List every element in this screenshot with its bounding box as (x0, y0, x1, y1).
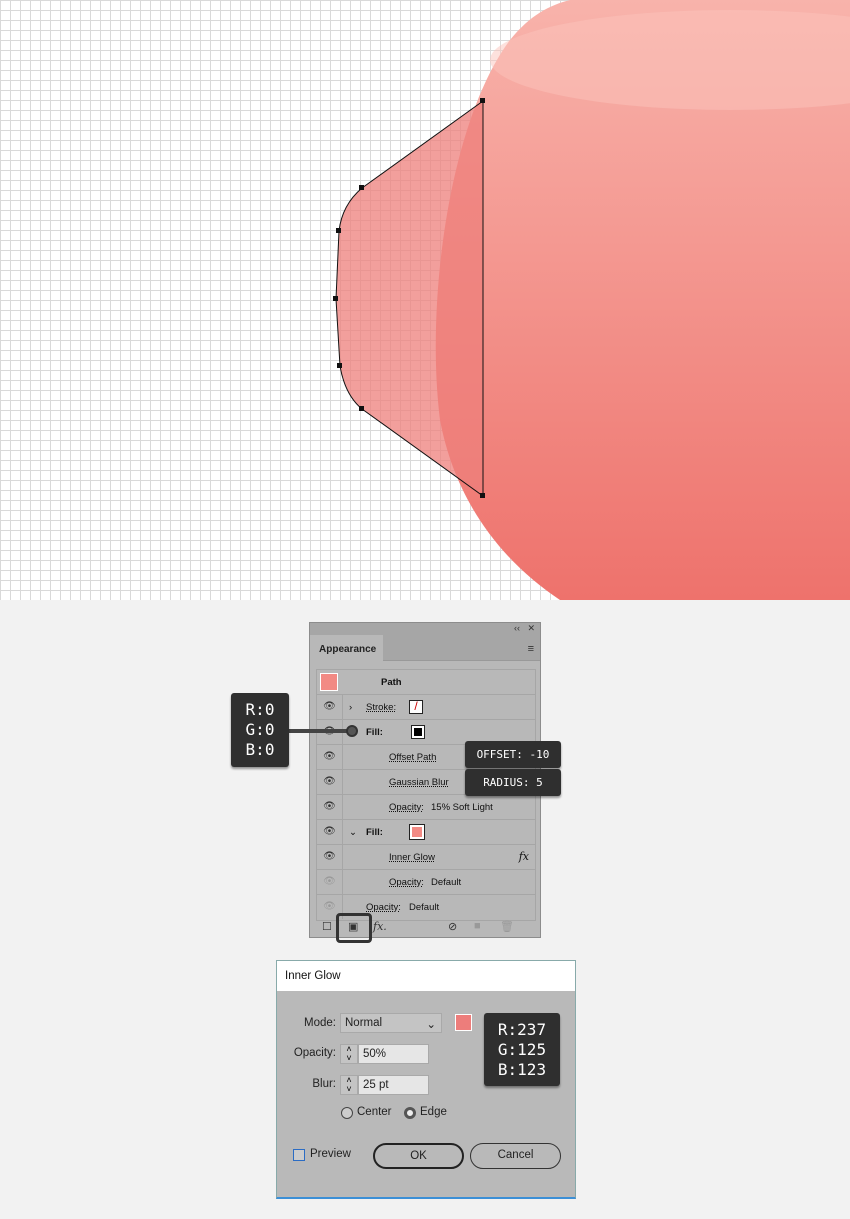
fx-icon[interactable]: fx (519, 850, 529, 863)
dialog-title: Inner Glow (277, 961, 575, 991)
rgb-black-tooltip: R:0 G:0 B:0 (231, 693, 289, 767)
connector-line (288, 729, 352, 733)
center-radio[interactable] (341, 1107, 353, 1119)
mode-select[interactable]: Normal ⌄ (340, 1013, 442, 1033)
tab-appearance[interactable]: Appearance (310, 635, 383, 661)
inner-glow-dialog: Inner Glow Mode: Normal ⌄ Opacity: ˄ ˅ 50%… (276, 960, 576, 1199)
glow-color-swatch[interactable] (455, 1014, 472, 1031)
opacity-row-2[interactable]: 👁 Opacity: Default (317, 870, 535, 895)
rgb-pink-tooltip: R:237 G:125 B:123 (484, 1013, 560, 1086)
preview-checkbox[interactable] (293, 1149, 305, 1161)
eye-icon[interactable]: 👁 (317, 745, 343, 769)
cancel-button[interactable]: Cancel (470, 1143, 561, 1169)
fill-row-2[interactable]: 👁 ⌄ Fill: (317, 820, 535, 845)
add-stroke-icon[interactable]: ☐ (322, 920, 332, 933)
panel-menu-icon[interactable]: ≡ (528, 643, 534, 655)
eye-icon[interactable]: 👁 (317, 695, 343, 719)
eye-icon[interactable]: 👁 (317, 795, 343, 819)
eye-icon[interactable]: 👁 (317, 770, 343, 794)
stroke-none-swatch[interactable]: / (409, 700, 423, 714)
fx-menu-button[interactable]: fx. (373, 920, 387, 933)
opacity-row[interactable]: 👁 Opacity: 15% Soft Light (317, 795, 535, 820)
collapse-icon[interactable]: ‹‹ (514, 623, 520, 633)
eye-icon[interactable]: 👁 (317, 870, 343, 894)
artwork (333, 0, 850, 600)
close-icon[interactable]: ✕ (527, 623, 535, 634)
expand-chevron-icon[interactable]: › (349, 702, 352, 713)
clear-appearance-icon[interactable]: ⊘ (448, 920, 457, 933)
fill-black-swatch[interactable] (411, 725, 425, 739)
eye-icon[interactable]: 👁 (317, 845, 343, 869)
radius-tooltip: RADIUS: 5 (465, 769, 561, 796)
offset-tooltip: OFFSET: -10 (465, 741, 561, 768)
opacity-input[interactable]: 50% (358, 1044, 429, 1064)
connector-dot (346, 725, 358, 737)
blur-input[interactable]: 25 pt (358, 1075, 429, 1095)
chevron-down-icon: ⌄ (426, 1019, 436, 1031)
stroke-row[interactable]: 👁 › Stroke: / (317, 695, 535, 720)
selected-path[interactable] (335, 100, 484, 497)
opacity-stepper[interactable]: ˄ ˅ (340, 1044, 358, 1064)
fill-pink-swatch[interactable] (409, 824, 425, 840)
path-row[interactable]: Path (317, 670, 535, 695)
artboard-canvas[interactable] (0, 0, 850, 600)
duplicate-icon[interactable]: ■ (474, 920, 481, 932)
trash-icon[interactable]: 🗑 (500, 920, 514, 933)
edge-radio[interactable] (404, 1107, 416, 1119)
collapse-chevron-icon[interactable]: ⌄ (349, 827, 357, 838)
ok-button[interactable]: OK (373, 1143, 464, 1169)
eye-icon[interactable]: 👁 (317, 820, 343, 844)
inner-glow-row[interactable]: 👁 Inner Glow fx (317, 845, 535, 870)
blur-stepper[interactable]: ˄ ˅ (340, 1075, 358, 1095)
add-fill-highlight (336, 913, 372, 943)
